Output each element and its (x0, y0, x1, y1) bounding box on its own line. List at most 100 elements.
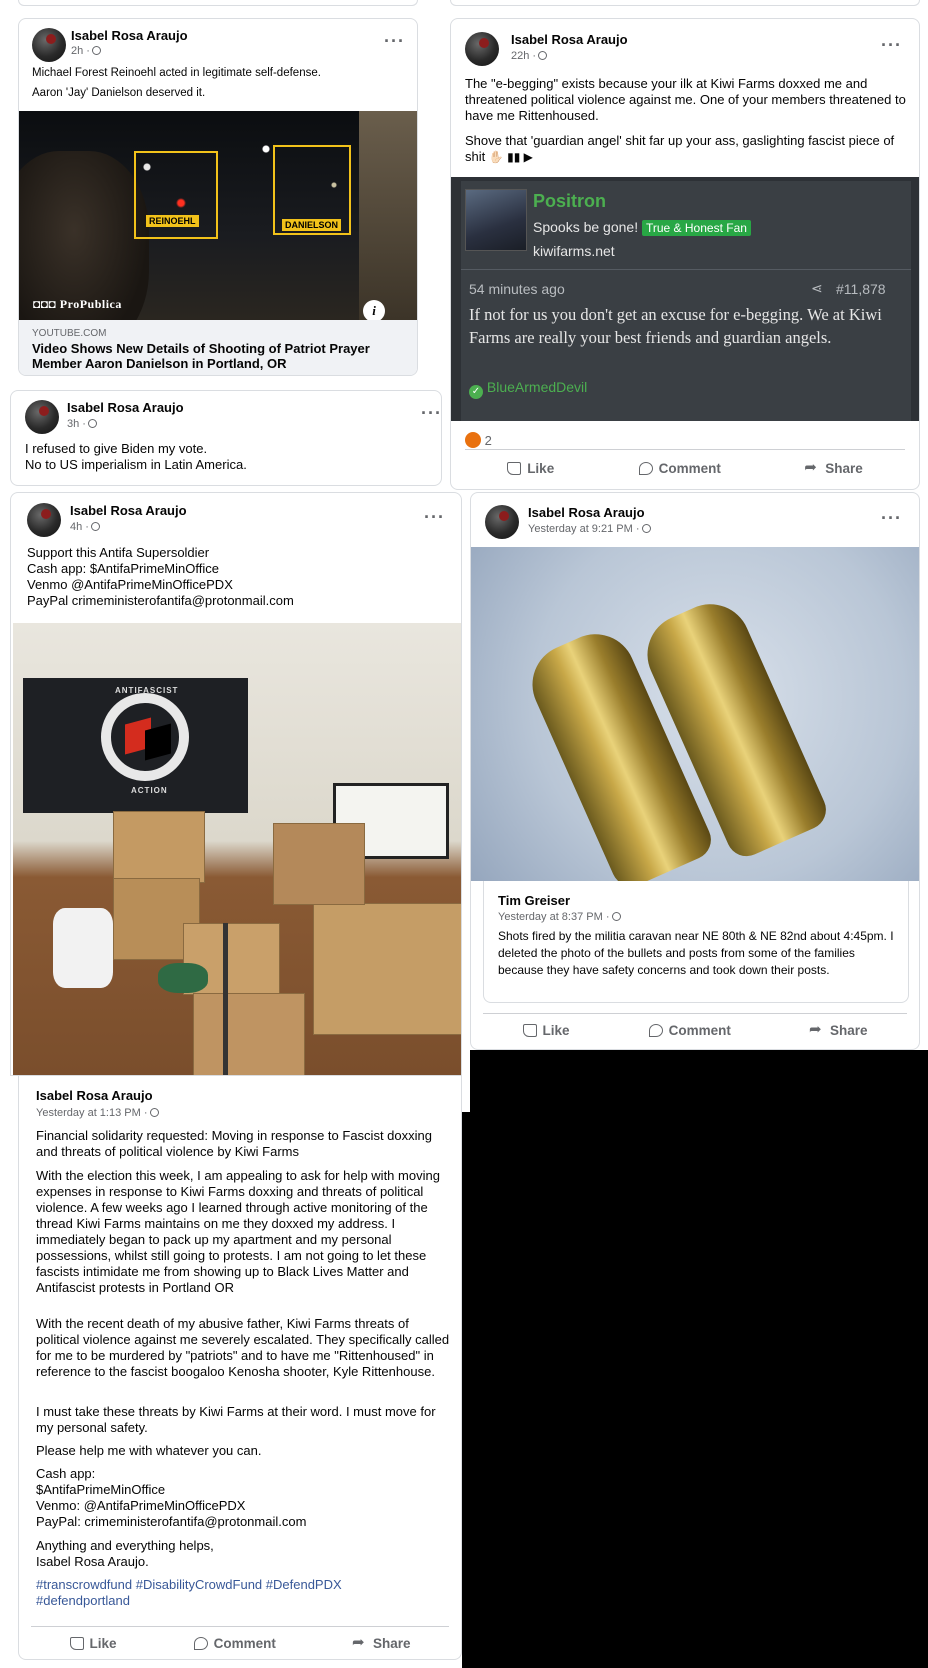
author-name[interactable]: Isabel Rosa Araujo (36, 1088, 153, 1103)
globe-icon (538, 51, 548, 60)
avatar[interactable] (25, 400, 59, 434)
info-icon[interactable]: i (363, 300, 385, 320)
shared-author[interactable]: Tim Greiser (498, 893, 570, 908)
globe-icon (87, 419, 97, 428)
share-button[interactable]: Share (809, 1020, 868, 1038)
post-paragraph-5: Please help me with whatever you can. (36, 1443, 262, 1458)
avatar[interactable] (27, 503, 61, 537)
post-text-line-2: Aaron 'Jay' Danielson deserved it. (32, 87, 206, 99)
quote-site: kiwifarms.net (533, 243, 615, 259)
share-button[interactable]: Share (352, 1633, 411, 1651)
post-paragraph-6: Cash app: $AntifaPrimeMinOffice Venmo: @… (36, 1466, 307, 1529)
antifa-flag: ANTIFASCIST ACTION (23, 678, 248, 813)
author-name[interactable]: Isabel Rosa Araujo (70, 503, 187, 518)
post-time[interactable]: 22h · (511, 50, 548, 62)
kiwi-farms-quote: Positron Spooks be gone! True & Honest F… (451, 177, 919, 421)
post-paragraph-7: Anything and everything helps, Isabel Ro… (36, 1538, 214, 1569)
post-time[interactable]: Yesterday at 9:21 PM · (528, 523, 651, 535)
post-card-5: Isabel Rosa Araujo Yesterday at 9:21 PM … (470, 492, 920, 1050)
post-time[interactable]: 2h · (71, 45, 101, 57)
white-bag (53, 908, 113, 988)
angry-reaction-icon (465, 432, 481, 448)
globe-icon (149, 1108, 159, 1117)
bullets-photo[interactable] (471, 547, 919, 881)
video-thumbnail[interactable]: REINOEHL DANIELSON ◘◘◘ ProPublica i (19, 111, 417, 320)
more-options-icon[interactable]: ··· (881, 35, 902, 56)
thumbs-up-icon (507, 461, 522, 475)
share-button[interactable]: Share (804, 458, 863, 476)
top-card-remnant-right (450, 0, 920, 6)
avatar[interactable] (485, 505, 519, 539)
post-text: I refused to give Biden my vote. No to U… (25, 441, 247, 472)
quote-inner: Positron Spooks be gone! True & Honest F… (461, 181, 911, 421)
more-options-icon[interactable]: ··· (421, 403, 441, 424)
quote-post-number: #11,878 (836, 281, 886, 297)
quote-badge: True & Honest Fan (641, 220, 751, 236)
avatar[interactable] (32, 28, 66, 62)
quote-tagline: Spooks be gone! True & Honest Fan (533, 219, 751, 236)
share-icon (804, 458, 819, 476)
post-time[interactable]: 3h · (67, 418, 97, 430)
flag-text-top: ANTIFASCIST (115, 686, 179, 695)
author-name[interactable]: Isabel Rosa Araujo (511, 32, 628, 47)
comment-button[interactable]: Comment (193, 1636, 276, 1651)
author-name[interactable]: Isabel Rosa Araujo (67, 400, 184, 415)
avatar[interactable] (465, 32, 499, 66)
author-name[interactable]: Isabel Rosa Araujo (528, 505, 645, 520)
emoji-icons: ✋🏻 ▮▮ ▶ (488, 150, 533, 164)
link-title[interactable]: Video Shows New Details of Shooting of P… (32, 341, 402, 371)
post-paragraph-4: I must take these threats by Kiwi Farms … (36, 1404, 436, 1435)
post-card-6: Isabel Rosa Araujo Yesterday at 1:13 PM … (18, 1076, 462, 1660)
like-button[interactable]: Like (69, 1636, 117, 1651)
quote-share-icon: ⋖ (811, 280, 823, 296)
post-time[interactable]: 4h · (70, 521, 100, 533)
quote-reaction: ✓ BlueArmedDevil (469, 379, 587, 399)
box-stack-5 (273, 823, 365, 905)
box-stack-1 (113, 811, 205, 883)
quote-username: Positron (533, 191, 607, 211)
box-stack-6 (193, 993, 305, 1075)
reaction-summary[interactable]: 2 (465, 432, 492, 448)
comment-button[interactable]: Comment (638, 461, 721, 476)
comment-button[interactable]: Comment (648, 1023, 731, 1038)
top-card-remnant-left (18, 0, 418, 6)
thumbs-up-icon (522, 1023, 537, 1037)
foreground-figure (19, 151, 149, 320)
link-preview[interactable]: YOUTUBE.COM Video Shows New Details of S… (19, 320, 417, 375)
more-options-icon[interactable]: ··· (424, 507, 445, 528)
author-name[interactable]: Isabel Rosa Araujo (71, 28, 188, 43)
like-button[interactable]: Like (522, 1023, 570, 1038)
green-bag (158, 963, 208, 993)
flag-text-bottom: ACTION (131, 786, 168, 795)
thumbs-up-icon (69, 1636, 84, 1650)
shared-time[interactable]: Yesterday at 8:37 PM · (498, 911, 621, 923)
share-icon (809, 1020, 824, 1038)
post-card-1: Isabel Rosa Araujo 2h · ··· Michael Fore… (18, 18, 418, 376)
more-options-icon[interactable]: ··· (881, 508, 902, 529)
share-icon (352, 1633, 367, 1651)
post-time[interactable]: Yesterday at 1:13 PM · (36, 1107, 159, 1119)
comment-icon (193, 1636, 208, 1650)
action-bar: Like Comment Share (465, 449, 905, 486)
hashtags[interactable]: #transcrowdfund #DisabilityCrowdFund #De… (36, 1577, 396, 1609)
black-region (470, 1050, 928, 1668)
comment-icon (638, 461, 653, 475)
globe-icon (641, 524, 651, 533)
room-photo[interactable]: ANTIFASCIST ACTION (13, 623, 461, 1075)
reinoehl-label: REINOEHL (146, 215, 199, 227)
action-bar: Like Comment Share (31, 1626, 449, 1659)
like-button[interactable]: Like (507, 461, 554, 476)
action-bar: Like Comment Share (483, 1013, 907, 1046)
post-text-line-1: Michael Forest Reinoehl acted in legitim… (32, 67, 321, 79)
post-text-1: The "e-begging" exists because your ilk … (465, 76, 906, 123)
post-paragraph-3: With the recent death of my abusive fath… (36, 1316, 450, 1379)
post-text: Support this Antifa Supersoldier Cash ap… (27, 545, 294, 608)
black-strip (462, 1112, 470, 1668)
more-options-icon[interactable]: ··· (384, 31, 405, 52)
link-source: YOUTUBE.COM (32, 328, 107, 339)
post-paragraph-1: Financial solidarity requested: Moving i… (36, 1128, 432, 1159)
shared-post[interactable]: Tim Greiser Yesterday at 8:37 PM · Shots… (483, 881, 909, 1003)
post-text-2: Shove that 'guardian angel' shit far up … (465, 133, 895, 164)
quote-age: 54 minutes ago (469, 281, 565, 297)
post-card-4: Isabel Rosa Araujo 4h · ··· Support this… (10, 492, 462, 1076)
